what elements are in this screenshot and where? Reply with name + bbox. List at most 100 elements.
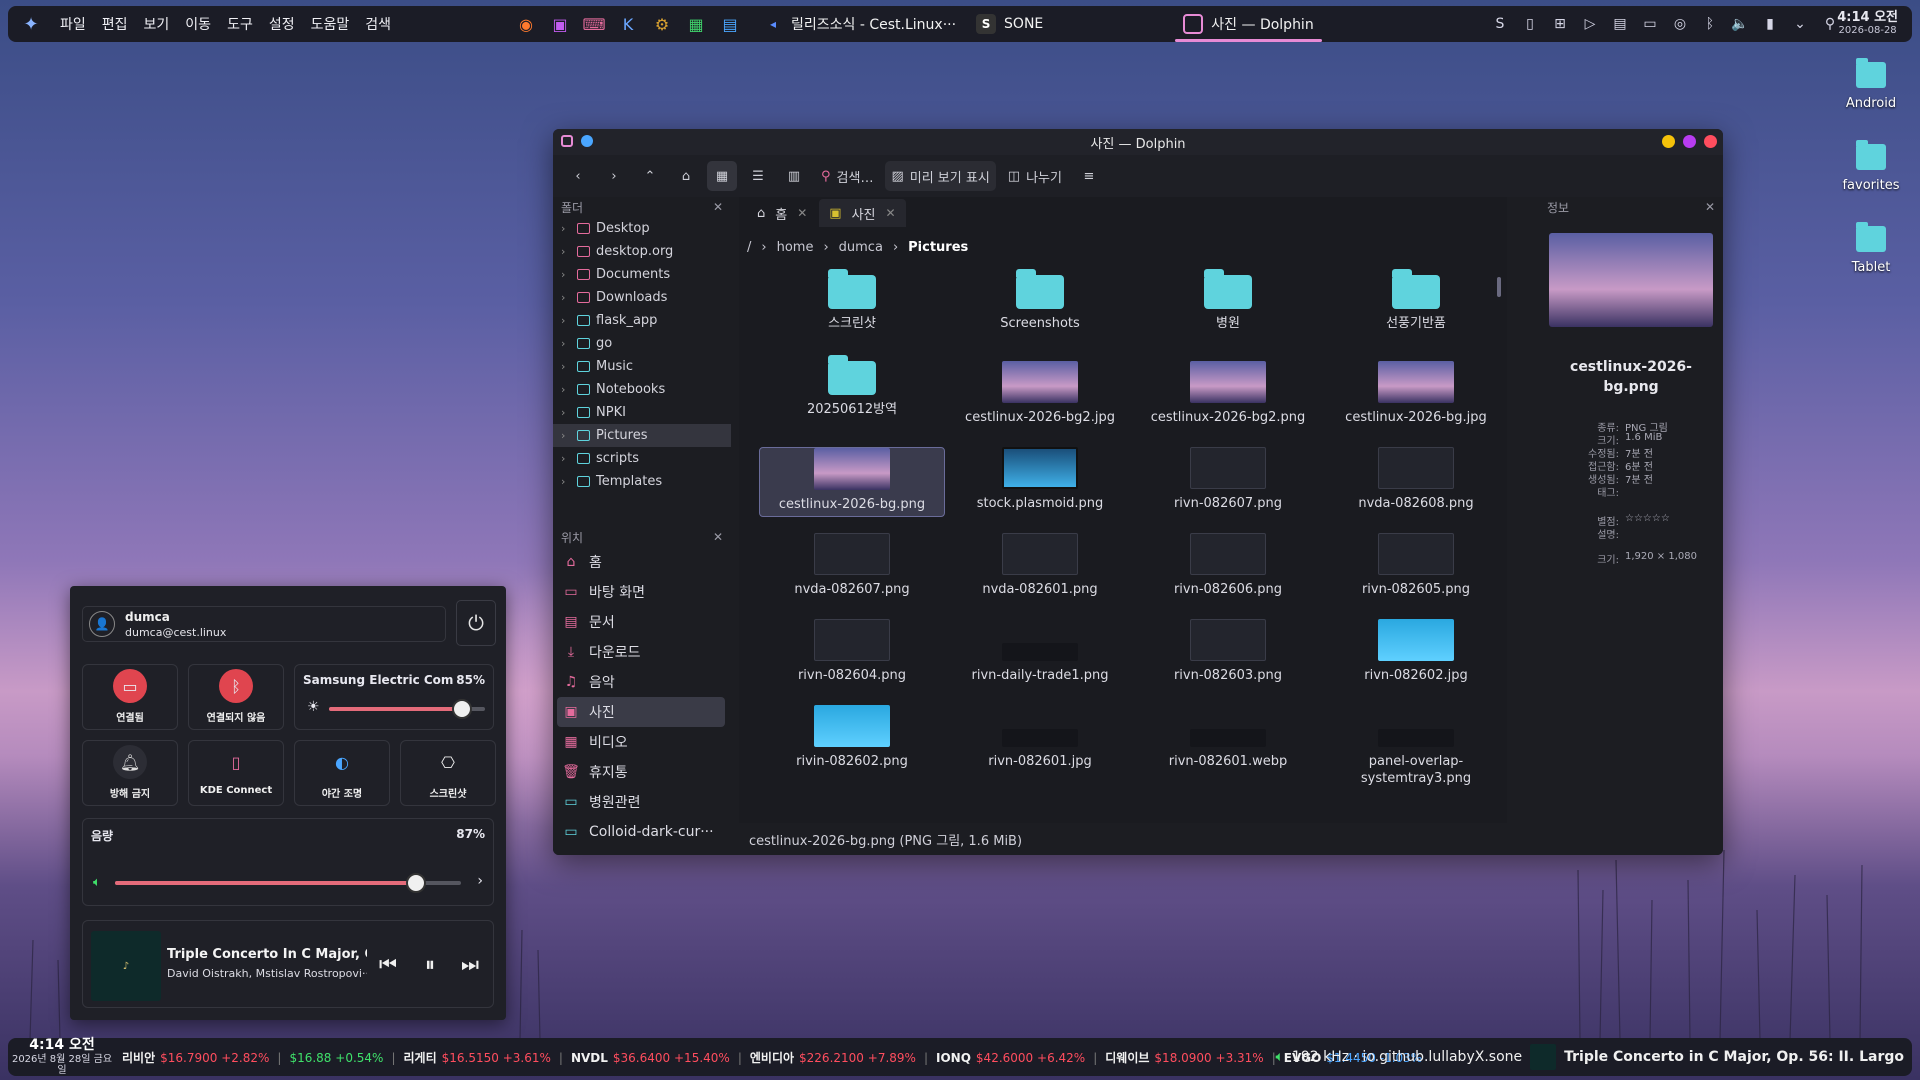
bottom-clock[interactable]: 4:14 오전 2026년 8월 28일 금요일: [8, 1037, 116, 1075]
chevron-down-icon[interactable]: ⌄: [1788, 12, 1812, 36]
place-item[interactable]: ▭ Colloid-dark-cur···: [553, 817, 731, 847]
place-item[interactable]: ▦ 비디오: [553, 727, 731, 757]
brightness-slider[interactable]: [329, 699, 485, 719]
notes-tray-icon[interactable]: ▤: [1608, 12, 1632, 36]
window-titlebar[interactable]: 사진 — Dolphin: [553, 129, 1723, 155]
close-icon[interactable]: ✕: [1705, 200, 1715, 214]
tile-kde-connect[interactable]: ▯ KDE Connect: [188, 740, 284, 806]
file-item[interactable]: nvda-082601.png: [947, 533, 1133, 603]
tile-do-not-disturb[interactable]: 🔔︎ 방해 금지: [82, 740, 178, 806]
tile-network[interactable]: ▭ 연결됨: [82, 664, 178, 730]
file-item[interactable]: rivn-082603.png: [1135, 619, 1321, 689]
menu-settings[interactable]: 설정: [261, 14, 303, 34]
clipboard-icon[interactable]: ▯: [1518, 12, 1542, 36]
window-menu-icon[interactable]: [561, 135, 573, 147]
back-button[interactable]: ‹: [563, 161, 593, 191]
task-sone[interactable]: S SONE: [966, 6, 1053, 42]
chevron-right-icon[interactable]: ›: [561, 452, 571, 465]
place-item[interactable]: ⌂ 홈: [553, 547, 731, 577]
breadcrumb-root[interactable]: /: [747, 240, 751, 255]
menu-edit[interactable]: 편집: [94, 14, 136, 34]
volume-tray-icon[interactable]: 🔈: [1728, 12, 1752, 36]
tree-item[interactable]: › Documents: [553, 263, 731, 286]
pause-button[interactable]: ⏸: [415, 951, 445, 977]
chevron-right-icon[interactable]: ›: [561, 291, 571, 304]
chevron-right-icon[interactable]: ›: [561, 337, 571, 350]
volume-slider[interactable]: [115, 873, 461, 893]
place-item[interactable]: 🗑 휴지통: [553, 757, 731, 787]
maximize-button[interactable]: [1683, 135, 1696, 148]
volume-knob[interactable]: [406, 873, 427, 893]
file-item[interactable]: rivn-082601.jpg: [947, 705, 1133, 775]
place-item[interactable]: ♫ 음악: [553, 667, 731, 697]
spreadsheet-icon[interactable]: ▦: [681, 9, 711, 39]
file-item[interactable]: rivn-082604.png: [759, 619, 945, 689]
vpn-tray-icon[interactable]: ◎: [1668, 12, 1692, 36]
file-item[interactable]: cestlinux-2026-bg2.png: [1135, 361, 1321, 431]
power-button[interactable]: ⏻: [456, 600, 496, 646]
stock-ticker[interactable]: 리비안 $16.7900 +2.82% | $16.88 +0.54% | 리게티 $16.…: [122, 1049, 1422, 1066]
folder-item[interactable]: 스크린샷: [759, 269, 945, 345]
place-item[interactable]: ▣ 사진: [557, 697, 725, 727]
file-item[interactable]: rivn-daily-trade1.png: [947, 619, 1133, 689]
chevron-right-icon[interactable]: ›: [561, 268, 571, 281]
tile-screenshot[interactable]: ⎔ 스크린샷: [400, 740, 496, 806]
file-item[interactable]: cestlinux-2026-bg.png: [759, 447, 945, 517]
folder-item[interactable]: 병원: [1135, 269, 1321, 345]
next-track-button[interactable]: ⏭: [455, 951, 485, 977]
folder-item[interactable]: 20250612방역: [759, 355, 945, 431]
previous-track-button[interactable]: ⏮: [373, 951, 403, 977]
app-launcher-icon[interactable]: ✦: [16, 9, 46, 39]
chevron-right-icon[interactable]: ›: [561, 222, 571, 235]
forward-button[interactable]: ›: [599, 161, 629, 191]
meta-value[interactable]: ☆☆☆☆☆: [1625, 513, 1670, 526]
tile-bluetooth[interactable]: ᛒ 연결되지 않음: [188, 664, 284, 730]
chevron-right-icon[interactable]: ›: [561, 383, 571, 396]
details-view-button[interactable]: ☰: [743, 161, 773, 191]
menu-tools[interactable]: 도구: [219, 14, 261, 34]
task-dolphin[interactable]: 사진 — Dolphin: [1173, 6, 1323, 42]
chevron-right-icon[interactable]: ›: [561, 429, 571, 442]
tree-item[interactable]: › go: [553, 332, 731, 355]
file-item[interactable]: stock.plasmoid.png: [947, 447, 1133, 517]
tree-item[interactable]: › Templates: [553, 470, 731, 493]
tree-item[interactable]: › NPKI: [553, 401, 731, 424]
sone-tray-icon[interactable]: S: [1488, 12, 1512, 36]
compact-view-button[interactable]: ▥: [779, 161, 809, 191]
tab-home[interactable]: ⌂ 홈 ✕: [747, 199, 817, 227]
tree-item[interactable]: › Desktop: [553, 217, 731, 240]
file-item[interactable]: rivn-082602.jpg: [1323, 619, 1509, 689]
file-item[interactable]: nvda-082607.png: [759, 533, 945, 603]
tree-item[interactable]: › Music: [553, 355, 731, 378]
hamburger-menu-button[interactable]: ≡: [1074, 161, 1104, 191]
battery-tray-icon[interactable]: ▮: [1758, 12, 1782, 36]
close-icon[interactable]: ✕: [713, 200, 723, 214]
chevron-right-icon[interactable]: ›: [561, 406, 571, 419]
desktop-icon-android[interactable]: Android: [1831, 58, 1911, 111]
tree-item[interactable]: › flask_app: [553, 309, 731, 332]
top-clock[interactable]: 4:14 오전 2026-08-28: [1837, 11, 1898, 36]
terminal-icon[interactable]: ▣: [545, 9, 575, 39]
file-item[interactable]: rivn-082605.png: [1323, 533, 1509, 603]
place-item[interactable]: ▤ 문서: [553, 607, 731, 637]
brightness-knob[interactable]: [451, 699, 472, 719]
file-item[interactable]: rivn-082606.png: [1135, 533, 1321, 603]
task-browser[interactable]: ◂ 릴리즈소식 - Cest.Linux···: [753, 6, 966, 42]
scrollbar[interactable]: [1497, 277, 1501, 297]
display-tray-icon[interactable]: ▭: [1638, 12, 1662, 36]
notes-icon[interactable]: ▤: [715, 9, 745, 39]
close-icon[interactable]: ✕: [886, 206, 896, 220]
home-button[interactable]: ⌂: [671, 161, 701, 191]
tab-pictures[interactable]: ▣ 사진 ✕: [819, 199, 906, 227]
user-card[interactable]: 👤 dumca dumca@cest.linux: [82, 606, 446, 642]
up-button[interactable]: ⌃: [635, 161, 665, 191]
search-button[interactable]: ⚲ 검색…: [815, 161, 879, 191]
file-item[interactable]: nvda-082608.png: [1323, 447, 1509, 517]
place-item[interactable]: ⤓ 다운로드: [553, 637, 731, 667]
close-button[interactable]: [1704, 135, 1717, 148]
chevron-right-icon[interactable]: ›: [561, 314, 571, 327]
breadcrumb-home[interactable]: home: [777, 240, 814, 255]
breadcrumb-dumca[interactable]: dumca: [839, 240, 883, 255]
file-item[interactable]: cestlinux-2026-bg.jpg: [1323, 361, 1509, 431]
tree-item[interactable]: › desktop.org: [553, 240, 731, 263]
